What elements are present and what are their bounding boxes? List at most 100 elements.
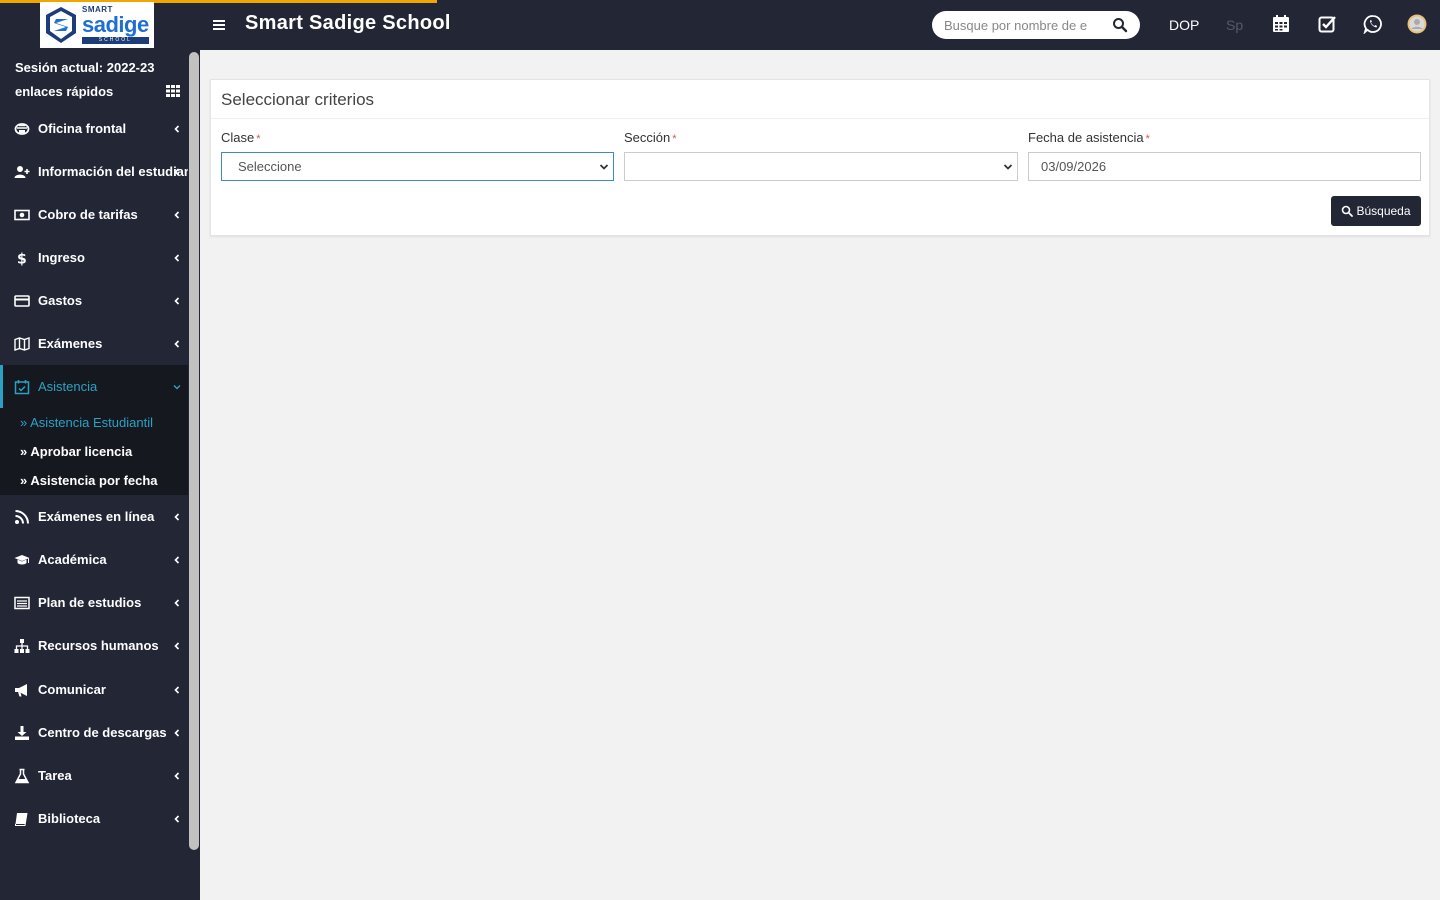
sidebar: Sesión actual: 2022-23 enlaces rápidos O… bbox=[0, 50, 200, 900]
money-icon bbox=[14, 209, 30, 220]
sidebar-item-label: Información del estudiante bbox=[38, 164, 188, 179]
chevron-down-icon bbox=[173, 384, 181, 389]
attendance-date-label-text: Fecha de asistencia bbox=[1028, 130, 1144, 145]
logo-wordmark: SMART sadige SCHOOL bbox=[82, 6, 149, 44]
calendar-icon[interactable] bbox=[1271, 14, 1291, 34]
class-select[interactable]: Seleccione bbox=[221, 152, 614, 181]
search-button[interactable]: Búsqueda bbox=[1331, 196, 1421, 226]
check-square-icon[interactable] bbox=[1317, 14, 1337, 34]
calendar-check-icon bbox=[14, 379, 30, 394]
chevron-left-icon bbox=[174, 641, 180, 650]
double-chevron-right-icon: » bbox=[20, 444, 28, 459]
chevron-left-icon bbox=[174, 685, 180, 694]
sidebar-item-label: Exámenes bbox=[38, 336, 103, 351]
bullhorn-icon bbox=[15, 683, 27, 696]
quick-links-label[interactable]: enlaces rápidos bbox=[15, 84, 113, 99]
class-label-text: Clase bbox=[221, 130, 255, 145]
select-criteria-panel: Seleccionar criterios Clase * Seleccione … bbox=[210, 79, 1430, 236]
sidebar-item-label: Asistencia bbox=[38, 379, 98, 394]
sidebar-item-human-resources[interactable]: Recursos humanos bbox=[0, 624, 188, 667]
sidebar-item-syllabus[interactable]: Plan de estudios bbox=[0, 581, 188, 624]
sidebar-item-attendance[interactable]: Asistencia bbox=[0, 365, 188, 408]
attendance-submenu: » Asistencia Estudiantil » Aprobar licen… bbox=[0, 408, 188, 495]
logo-sadige-text: sadige bbox=[82, 12, 149, 37]
section-label: Sección * bbox=[624, 130, 677, 145]
user-plus-icon bbox=[14, 165, 30, 178]
sidebar-item-label: Gastos bbox=[38, 293, 83, 308]
sidebar-item-homework[interactable]: Tarea bbox=[0, 754, 188, 797]
graduation-cap-icon bbox=[14, 554, 30, 564]
rss-icon bbox=[15, 509, 29, 524]
current-session: Sesión actual: 2022-23 bbox=[15, 60, 155, 75]
sidebar-item-label: Exámenes en línea bbox=[38, 509, 155, 524]
submenu-item-attendance-by-date[interactable]: » Asistencia por fecha bbox=[20, 473, 158, 488]
sidebar-item-label: Tarea bbox=[38, 768, 72, 783]
section-select[interactable] bbox=[624, 152, 1018, 181]
chevron-left-icon bbox=[174, 555, 180, 564]
sidebar-item-label: Recursos humanos bbox=[38, 638, 159, 653]
student-search-input[interactable] bbox=[944, 17, 1104, 33]
student-search-box[interactable] bbox=[932, 11, 1140, 39]
section-label-text: Sección bbox=[624, 130, 671, 145]
panel-divider bbox=[211, 118, 1429, 119]
sidebar-item-label: Cobro de tarifas bbox=[38, 207, 138, 222]
attendance-date-input[interactable]: 03/09/2026 bbox=[1028, 152, 1421, 181]
submenu-item-student-attendance[interactable]: » Asistencia Estudiantil bbox=[20, 415, 153, 430]
chevron-left-icon bbox=[174, 728, 180, 737]
sidebar-item-income[interactable]: $ Ingreso bbox=[0, 236, 188, 279]
submenu-item-approve-leave[interactable]: » Aprobar licencia bbox=[20, 444, 132, 459]
required-marker: * bbox=[256, 133, 261, 145]
search-button-label: Búsqueda bbox=[1356, 204, 1411, 218]
chevron-left-icon bbox=[174, 210, 180, 219]
sidebar-item-label: Oficina frontal bbox=[38, 121, 127, 136]
double-chevron-right-icon: » bbox=[20, 473, 28, 488]
chevron-left-icon bbox=[174, 814, 180, 823]
sidebar-item-student-info[interactable]: Información del estudiante bbox=[0, 150, 188, 193]
sidebar-item-label: Centro de descargas bbox=[38, 725, 167, 740]
top-navbar: SMART sadige SCHOOL Smart Sadige School … bbox=[0, 0, 1440, 50]
language-selector[interactable]: Sp bbox=[1226, 17, 1243, 33]
sidebar-item-label: Plan de estudios bbox=[38, 595, 142, 610]
school-logo[interactable]: SMART sadige SCHOOL bbox=[40, 2, 154, 48]
avatar[interactable] bbox=[1407, 14, 1427, 34]
grid-icon[interactable] bbox=[166, 85, 180, 97]
double-chevron-right-icon: » bbox=[20, 415, 28, 430]
app-title: Smart Sadige School bbox=[245, 12, 451, 34]
chevron-left-icon bbox=[174, 167, 180, 176]
sidebar-item-label: Comunicar bbox=[38, 682, 106, 697]
hamburger-menu-icon[interactable] bbox=[212, 17, 228, 33]
map-icon bbox=[14, 336, 30, 351]
sidebar-item-label: Biblioteca bbox=[38, 811, 101, 826]
credit-card-icon bbox=[14, 294, 30, 307]
sidebar-item-exams[interactable]: Exámenes bbox=[0, 322, 188, 365]
search-icon bbox=[1342, 205, 1354, 217]
sidebar-item-label: Ingreso bbox=[38, 250, 85, 265]
currency-selector[interactable]: DOP bbox=[1169, 17, 1199, 33]
required-marker: * bbox=[672, 133, 677, 145]
sidebar-item-online-exams[interactable]: Exámenes en línea bbox=[0, 495, 188, 538]
chevron-left-icon bbox=[174, 296, 180, 305]
chevron-left-icon bbox=[174, 253, 180, 262]
sidebar-item-fee-collection[interactable]: Cobro de tarifas bbox=[0, 193, 188, 236]
whatsapp-icon[interactable] bbox=[1363, 14, 1383, 34]
sidebar-menu: Sesión actual: 2022-23 enlaces rápidos O… bbox=[0, 50, 188, 850]
sidebar-item-communicate[interactable]: Comunicar bbox=[0, 668, 188, 711]
sidebar-item-download-center[interactable]: Centro de descargas bbox=[0, 711, 188, 754]
chevron-left-icon bbox=[174, 598, 180, 607]
search-icon[interactable] bbox=[1112, 17, 1128, 33]
logo-mark-icon bbox=[46, 7, 76, 43]
chevron-down-icon bbox=[1003, 164, 1013, 170]
sidebar-item-front-office[interactable]: Oficina frontal bbox=[0, 107, 188, 150]
sidebar-item-expenses[interactable]: Gastos bbox=[0, 279, 188, 322]
sidebar-item-library[interactable]: Biblioteca bbox=[0, 797, 188, 840]
logo-school-text: SCHOOL bbox=[82, 37, 149, 44]
chevron-left-icon bbox=[174, 771, 180, 780]
submenu-item-label: Asistencia Estudiantil bbox=[30, 415, 153, 430]
flask-icon bbox=[14, 768, 30, 783]
attendance-date-value: 03/09/2026 bbox=[1041, 159, 1107, 174]
sidebar-item-academics[interactable]: Académica bbox=[0, 538, 188, 581]
chevron-left-icon bbox=[174, 512, 180, 521]
sidebar-scrollbar-thumb[interactable] bbox=[189, 52, 199, 850]
sitemap-icon bbox=[14, 638, 30, 653]
chevron-left-icon bbox=[174, 124, 180, 133]
